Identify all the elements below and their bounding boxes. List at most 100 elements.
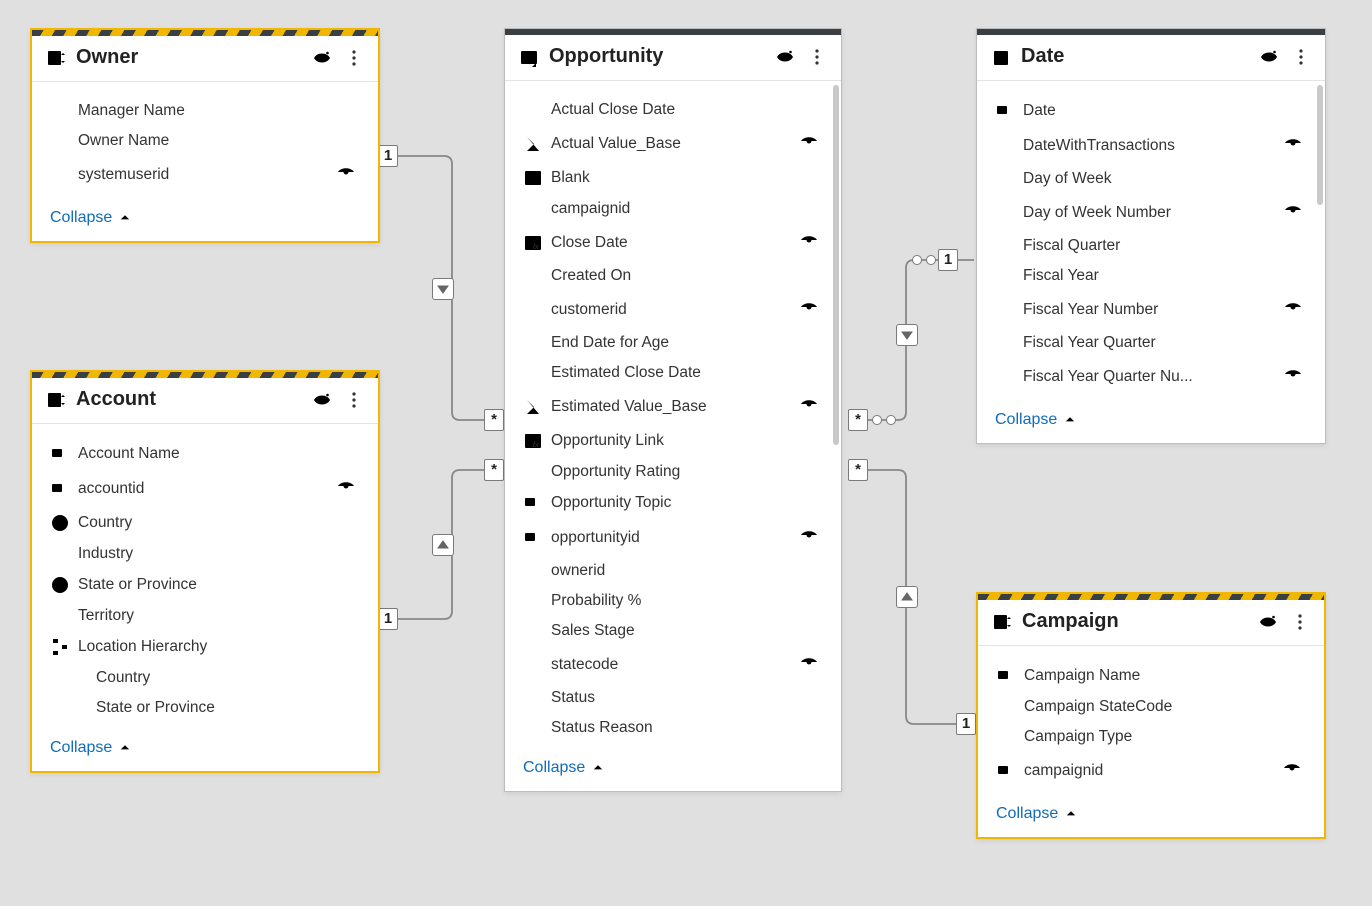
field-name: Fiscal Year Number <box>1023 301 1275 319</box>
field-row[interactable]: Campaign StateCode <box>982 692 1320 722</box>
field-row[interactable]: Fiscal Year <box>981 261 1321 291</box>
field-row[interactable]: Blank <box>509 162 837 194</box>
hidden-icon[interactable] <box>799 525 819 550</box>
table-card-account[interactable]: Account Account NameaccountidCountryIndu… <box>30 370 380 773</box>
more-options-icon[interactable] <box>344 390 364 410</box>
field-name: accountid <box>78 480 328 498</box>
hidden-icon[interactable] <box>799 230 819 255</box>
hidden-icon[interactable] <box>1283 133 1303 158</box>
scrollbar[interactable] <box>833 85 839 445</box>
hidden-icon[interactable] <box>799 297 819 322</box>
field-row[interactable]: Campaign Type <box>982 722 1320 752</box>
table-card-campaign[interactable]: Campaign Campaign NameCampaign StateCode… <box>976 592 1326 839</box>
visibility-icon[interactable] <box>1258 612 1278 632</box>
hidden-icon[interactable] <box>336 476 356 501</box>
card-title: Date <box>1021 45 1259 68</box>
field-row[interactable]: Location Hierarchy <box>36 631 374 663</box>
field-row[interactable]: Opportunity Topic <box>509 487 837 519</box>
field-row[interactable]: Owner Name <box>36 126 374 156</box>
hidden-icon[interactable] <box>1283 200 1303 225</box>
field-row[interactable]: State or Province <box>36 569 374 601</box>
collapse-link[interactable]: Collapse <box>995 411 1077 429</box>
field-row[interactable]: customerid <box>509 291 837 328</box>
field-row[interactable]: Estimated Close Date <box>509 358 837 388</box>
collapse-link[interactable]: Collapse <box>996 805 1078 823</box>
more-options-icon[interactable] <box>1291 47 1311 67</box>
hidden-icon[interactable] <box>799 394 819 419</box>
visibility-icon[interactable] <box>1259 47 1279 67</box>
bidirectional-icon <box>872 415 896 425</box>
collapse-link[interactable]: Collapse <box>50 209 132 227</box>
more-options-icon[interactable] <box>1290 612 1310 632</box>
field-row[interactable]: End Date for Age <box>509 328 837 358</box>
field-row[interactable]: ownerid <box>509 556 837 586</box>
field-row[interactable]: Status <box>509 683 837 713</box>
field-row[interactable]: campaignid <box>509 194 837 224</box>
cardinality-date-side: 1 <box>938 249 958 271</box>
field-row[interactable]: Territory <box>36 601 374 631</box>
field-row[interactable]: accountid <box>36 470 374 507</box>
field-name: Status Reason <box>551 719 819 737</box>
field-row[interactable]: Fiscal Year Number <box>981 291 1321 328</box>
model-canvas[interactable]: 1 * 1 * * 1 * 1 Owner Manager NameOwner … <box>0 0 1372 906</box>
visibility-icon[interactable] <box>312 48 332 68</box>
field-row[interactable]: campaignid <box>982 752 1320 789</box>
field-row[interactable]: Created On <box>509 261 837 291</box>
collapse-link[interactable]: Collapse <box>523 759 605 777</box>
field-row[interactable]: Status Reason <box>509 713 837 743</box>
field-row[interactable]: State or Province <box>36 693 374 723</box>
table-card-opportunity[interactable]: Opportunity Actual Close Date Actual Valu… <box>504 28 842 792</box>
hidden-icon[interactable] <box>336 162 356 187</box>
field-name: Actual Value_Base <box>551 135 791 153</box>
field-name: Estimated Value_Base <box>551 398 791 416</box>
field-row[interactable]: Day of Week <box>981 164 1321 194</box>
visibility-icon[interactable] <box>775 47 795 67</box>
field-name: Close Date <box>551 234 791 252</box>
table-card-owner[interactable]: Owner Manager NameOwner Namesystemuserid… <box>30 28 380 243</box>
field-row[interactable]: Actual Value_Base <box>509 125 837 162</box>
field-type-icon <box>523 168 551 188</box>
field-row[interactable]: Account Name <box>36 438 374 470</box>
field-row[interactable]: Country <box>36 663 374 693</box>
collapse-label: Collapse <box>50 209 112 227</box>
field-name: Estimated Close Date <box>551 364 819 382</box>
field-row[interactable]: Fiscal Quarter <box>981 231 1321 261</box>
field-row[interactable]: systemuserid <box>36 156 374 193</box>
more-options-icon[interactable] <box>344 48 364 68</box>
field-row[interactable]: opportunityid <box>509 519 837 556</box>
direction-arrow-icon <box>896 324 918 346</box>
hidden-icon[interactable] <box>799 652 819 677</box>
field-row[interactable]: DateWithTransactions <box>981 127 1321 164</box>
field-row[interactable]: Opportunity Link <box>509 425 837 457</box>
field-row[interactable]: Fiscal Year Quarter <box>981 328 1321 358</box>
hidden-icon[interactable] <box>1283 297 1303 322</box>
field-row[interactable]: Close Date <box>509 224 837 261</box>
more-options-icon[interactable] <box>807 47 827 67</box>
field-row[interactable]: Actual Close Date <box>509 95 837 125</box>
hidden-icon[interactable] <box>799 131 819 156</box>
field-row[interactable]: Fiscal Year Quarter Nu... <box>981 358 1321 395</box>
field-name: Industry <box>78 545 356 563</box>
field-row[interactable]: Probability % <box>509 586 837 616</box>
field-row[interactable]: Day of Week Number <box>981 194 1321 231</box>
field-row[interactable]: statecode <box>509 646 837 683</box>
field-row[interactable]: Date <box>981 95 1321 127</box>
field-row[interactable]: Sales Stage <box>509 616 837 646</box>
field-row[interactable]: Manager Name <box>36 96 374 126</box>
hidden-icon[interactable] <box>1282 758 1302 783</box>
scrollbar[interactable] <box>1317 85 1323 205</box>
table-card-date[interactable]: Date DateDateWithTransactionsDay of Week… <box>976 28 1326 444</box>
field-row[interactable]: Campaign Name <box>982 660 1320 692</box>
field-type-icon <box>50 479 78 499</box>
field-type-icon <box>50 513 78 533</box>
visibility-icon[interactable] <box>312 390 332 410</box>
field-name: Blank <box>551 169 819 187</box>
chevron-up-icon <box>118 741 132 755</box>
collapse-link[interactable]: Collapse <box>50 739 132 757</box>
field-row[interactable]: Country <box>36 507 374 539</box>
card-title: Opportunity <box>549 45 775 68</box>
hidden-icon[interactable] <box>1283 364 1303 389</box>
field-row[interactable]: Estimated Value_Base <box>509 388 837 425</box>
field-row[interactable]: Industry <box>36 539 374 569</box>
field-row[interactable]: Opportunity Rating <box>509 457 837 487</box>
